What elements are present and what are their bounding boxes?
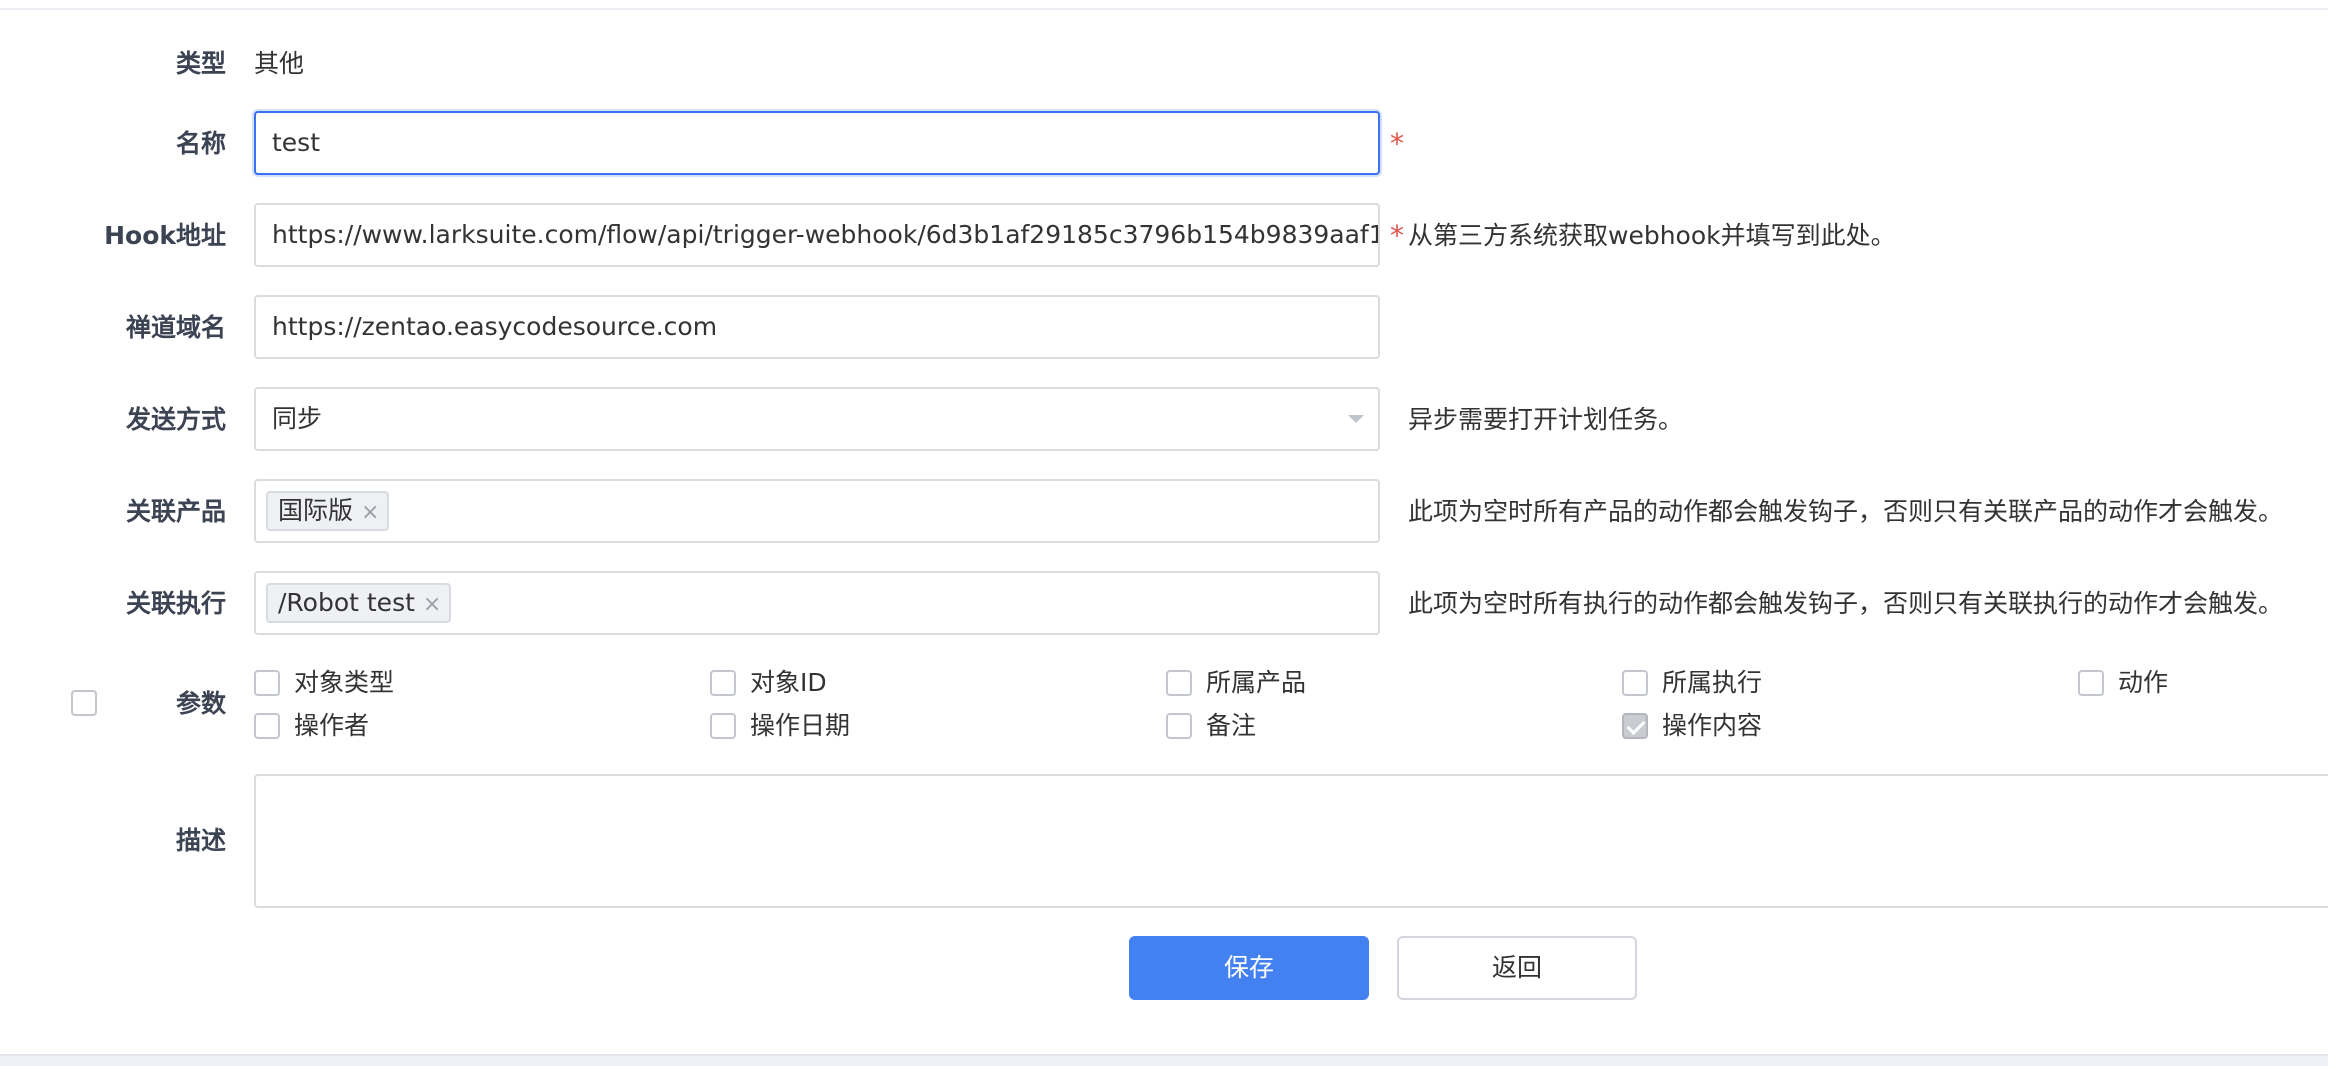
- params-label: 参数: [175, 689, 226, 718]
- bottom-bar: [0, 1054, 2328, 1066]
- param-checkbox-comment[interactable]: [1166, 713, 1192, 739]
- execution-chip-label: /Robot test: [278, 588, 415, 617]
- send-method-select[interactable]: 同步: [254, 387, 1380, 451]
- executions-multiselect[interactable]: /Robot test ×: [254, 571, 1380, 635]
- hook-url-input[interactable]: https://www.larksuite.com/flow/api/trigg…: [254, 203, 1380, 267]
- send-method-value: 同步: [272, 404, 323, 433]
- description-textarea[interactable]: [254, 774, 2328, 908]
- hook-required-mark: *: [1390, 219, 1404, 252]
- top-divider: [0, 0, 2328, 10]
- param-checkbox-content[interactable]: [1622, 713, 1648, 739]
- param-label-action: 动作: [2118, 668, 2169, 697]
- executions-help-text: 此项为空时所有执行的动作都会触发钩子，否则只有关联执行的动作才会触发。: [1408, 589, 2284, 618]
- param-checkbox-product[interactable]: [1166, 670, 1192, 696]
- send-method-label: 发送方式: [125, 405, 226, 434]
- back-button[interactable]: 返回: [1397, 936, 1637, 1000]
- param-checkbox-action[interactable]: [2078, 670, 2104, 696]
- products-help-text: 此项为空时所有产品的动作都会触发钩子，否则只有关联产品的动作才会触发。: [1408, 497, 2284, 526]
- executions-label: 关联执行: [125, 589, 226, 618]
- param-label-execution: 所属执行: [1662, 668, 1763, 697]
- checkmark-icon: [1626, 715, 1646, 736]
- products-multiselect[interactable]: 国际版 ×: [254, 479, 1380, 543]
- close-icon[interactable]: ×: [361, 500, 379, 525]
- domain-input[interactable]: https://zentao.easycodesource.com: [254, 295, 1380, 359]
- send-method-help-text: 异步需要打开计划任务。: [1408, 405, 1684, 434]
- name-input[interactable]: test: [254, 111, 1380, 175]
- param-label-date: 操作日期: [750, 711, 851, 740]
- type-label: 类型: [175, 49, 226, 78]
- param-label-object-id: 对象ID: [750, 668, 827, 697]
- hook-help-text: 从第三方系统获取webhook并填写到此处。: [1408, 221, 1896, 250]
- type-value: 其他: [254, 49, 305, 78]
- name-label: 名称: [175, 129, 226, 158]
- param-label-content: 操作内容: [1662, 711, 1763, 740]
- param-label-actor: 操作者: [294, 711, 370, 740]
- name-required-mark: *: [1390, 127, 1404, 160]
- param-checkbox-execution[interactable]: [1622, 670, 1648, 696]
- save-button[interactable]: 保存: [1129, 936, 1369, 1000]
- execution-chip: /Robot test ×: [266, 583, 452, 623]
- products-label: 关联产品: [125, 497, 226, 526]
- description-label: 描述: [175, 826, 226, 855]
- product-chip-label: 国际版: [278, 496, 354, 525]
- domain-label: 禅道域名: [125, 313, 226, 342]
- chevron-down-icon: [1348, 415, 1364, 423]
- close-icon[interactable]: ×: [423, 592, 441, 617]
- product-chip: 国际版 ×: [266, 491, 390, 531]
- param-label-product: 所属产品: [1206, 668, 1307, 697]
- param-label-comment: 备注: [1206, 711, 1257, 740]
- param-checkbox-object-id[interactable]: [710, 670, 736, 696]
- param-checkbox-date[interactable]: [710, 713, 736, 739]
- param-label-object-type: 对象类型: [294, 668, 395, 697]
- hook-label: Hook地址: [104, 221, 226, 250]
- param-checkbox-actor[interactable]: [254, 713, 280, 739]
- param-checkbox-object-type[interactable]: [254, 670, 280, 696]
